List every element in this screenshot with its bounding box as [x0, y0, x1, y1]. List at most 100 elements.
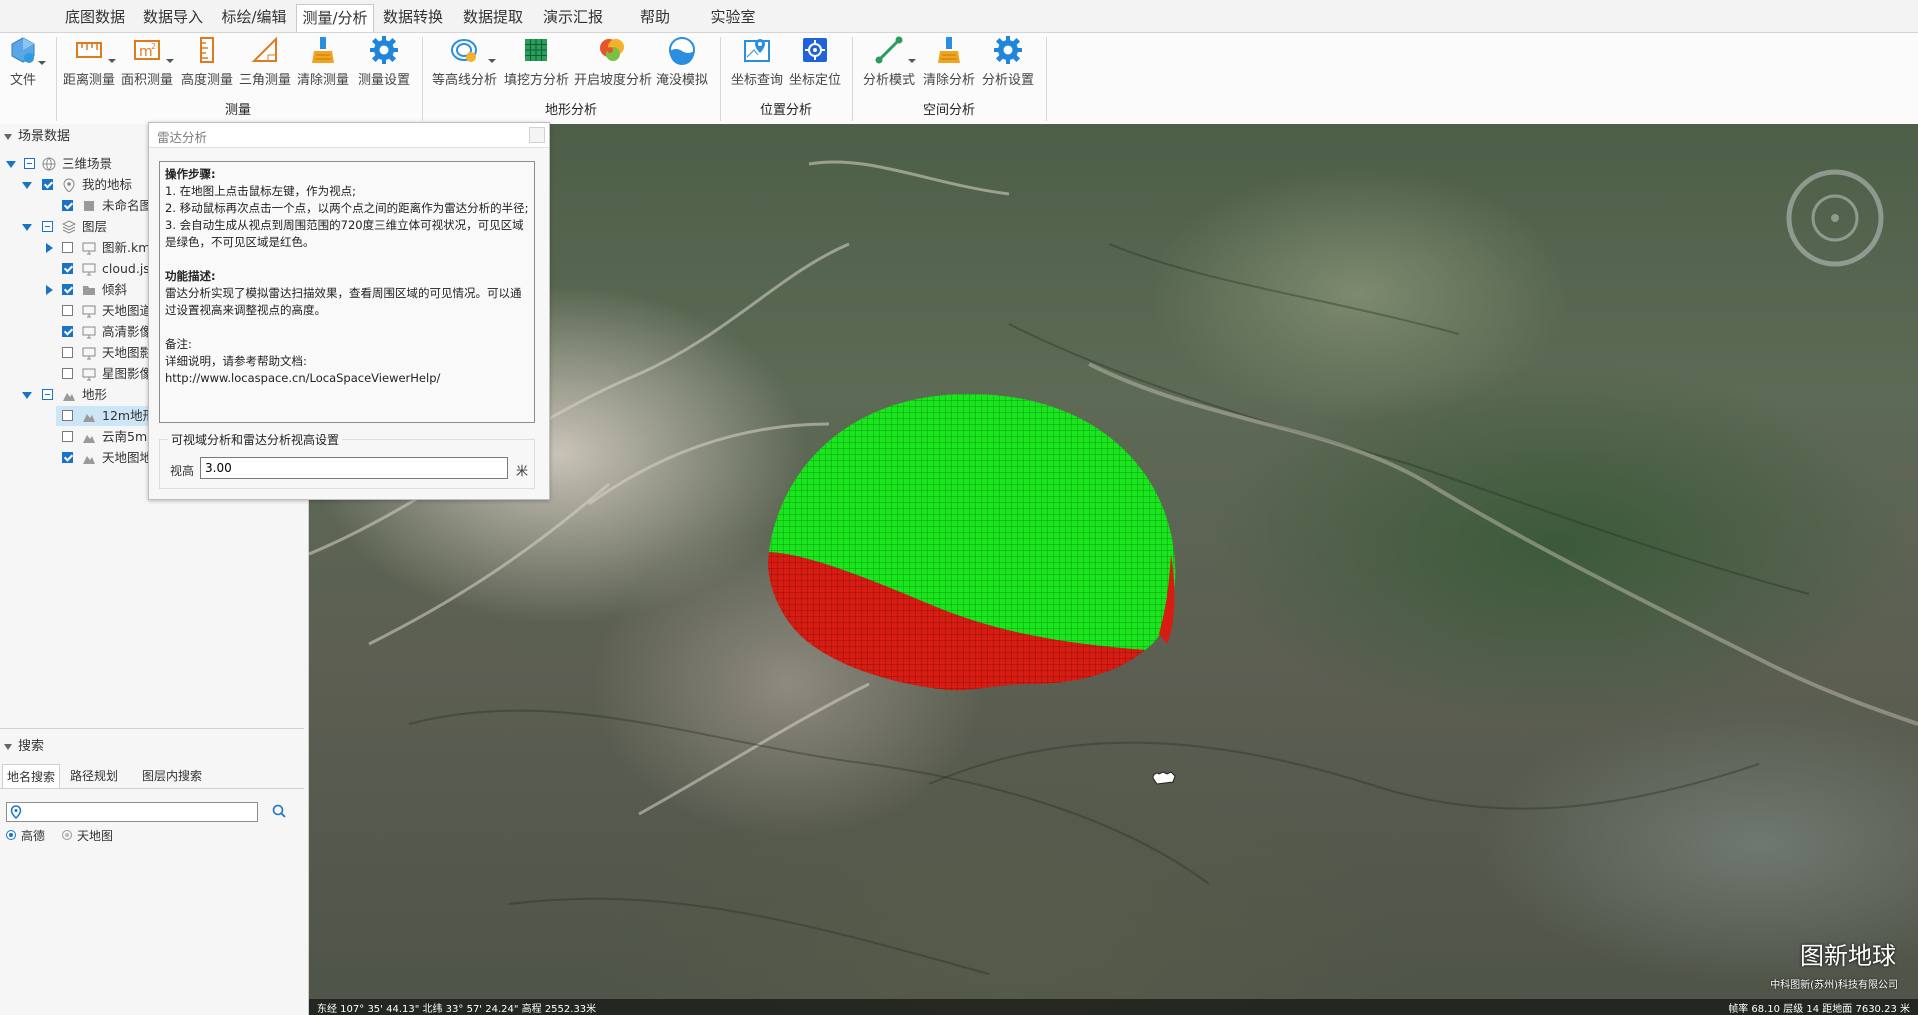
help-url[interactable]: http://www.locaspace.cn/LocaSpaceViewerH… — [165, 370, 529, 387]
folder-square-icon — [82, 199, 96, 212]
measure-settings-button[interactable]: 测量设置 — [356, 33, 412, 89]
steps-heading: 操作步骤: — [165, 167, 216, 181]
compass-icon[interactable] — [1786, 169, 1884, 267]
map-viewport[interactable]: 图新地球 中科图新(苏州)科技有限公司 东经 107° 35' 44.13" 北… — [309, 124, 1918, 1015]
tab-layer-search[interactable]: 图层内搜索 — [142, 764, 202, 788]
tab-route-planning[interactable]: 路径规划 — [70, 764, 118, 788]
tree-checkbox[interactable] — [24, 158, 35, 169]
placemark-icon — [62, 178, 76, 193]
coordinate-locate-button[interactable]: 坐标定位 — [788, 33, 842, 89]
expand-arrow-icon[interactable] — [22, 224, 32, 231]
file-button[interactable]: 文件 — [4, 33, 42, 89]
tree-checkbox[interactable] — [62, 305, 73, 316]
grid-icon — [521, 35, 551, 65]
note-heading: 备注: — [165, 337, 192, 351]
group-separator — [720, 37, 721, 121]
expand-arrow-icon[interactable] — [46, 285, 53, 295]
radio-button[interactable] — [6, 830, 16, 840]
analysis-mode-dropdown-arrow[interactable] — [908, 59, 916, 63]
menu-tab-help[interactable]: 帮助 — [630, 4, 680, 32]
distance-dropdown-arrow[interactable] — [108, 59, 116, 63]
line-analysis-icon — [874, 35, 904, 65]
contour-analysis-button[interactable]: 等高线分析 — [432, 33, 497, 89]
analysis-settings-button[interactable]: 分析设置 — [980, 33, 1036, 89]
collapse-arrow-icon — [4, 134, 12, 140]
menu-tab-measure-analysis[interactable]: 测量/分析 — [296, 4, 374, 33]
file-dropdown-arrow[interactable] — [38, 61, 46, 65]
function-text: 雷达分析实现了模拟雷达扫描效果，查看周围区域的可见情况。可以通过设置视高来调整视… — [165, 286, 522, 317]
broom-icon — [934, 35, 964, 65]
expand-arrow-icon[interactable] — [6, 161, 16, 168]
search-icon[interactable] — [272, 804, 286, 821]
tab-place-search[interactable]: 地名搜索 — [2, 764, 60, 788]
menu-tab-lab[interactable]: 实验室 — [704, 4, 762, 32]
menu-tab-basemap[interactable]: 底图数据 — [60, 4, 130, 32]
terrain-group-label: 地形分析 — [544, 103, 597, 118]
group-separator — [422, 37, 423, 121]
flood-icon — [667, 35, 697, 65]
tree-checkbox[interactable] — [62, 452, 73, 463]
mountain-icon — [62, 388, 76, 401]
menu-tab-plot-edit[interactable]: 标绘/编辑 — [216, 4, 292, 32]
slope-analysis-button[interactable]: 开启坡度分析 — [574, 33, 652, 89]
clear-measure-button[interactable]: 清除测量 — [296, 33, 350, 89]
expand-arrow-icon[interactable] — [46, 243, 53, 253]
tree-checkbox[interactable] — [62, 410, 73, 421]
flood-simulation-button[interactable]: 淹没模拟 — [656, 33, 708, 89]
radar-dome — [768, 394, 1176, 691]
view-height-unit: 米 — [516, 464, 529, 478]
globe-icon — [42, 157, 56, 171]
monitor-icon — [82, 367, 96, 381]
tree-checkbox[interactable] — [62, 326, 73, 337]
height-ruler-icon — [192, 35, 222, 65]
tree-checkbox[interactable] — [62, 284, 73, 295]
collapse-arrow-icon — [4, 744, 12, 750]
location-pin-icon — [10, 805, 22, 822]
folder-icon — [82, 283, 96, 296]
panel-splitter[interactable] — [0, 728, 304, 729]
tree-checkbox[interactable] — [62, 242, 73, 253]
expand-arrow-icon[interactable] — [22, 392, 32, 399]
close-button[interactable] — [529, 127, 545, 143]
area-m2-icon: m2 — [132, 35, 162, 65]
coordinate-readout: 东经 107° 35' 44.13" 北纬 33° 57' 24.24" 高程 … — [317, 1004, 597, 1015]
note-text: 详细说明，请参考帮助文档: — [165, 354, 307, 368]
tree-checkbox[interactable] — [62, 347, 73, 358]
menu-tab-extract[interactable]: 数据提取 — [458, 4, 528, 32]
expand-arrow-icon[interactable] — [22, 182, 32, 189]
tree-checkbox[interactable] — [42, 221, 53, 232]
layers-icon — [61, 220, 77, 234]
monitor-icon — [82, 346, 96, 360]
radio-button[interactable] — [62, 830, 72, 840]
area-dropdown-arrow[interactable] — [166, 59, 174, 63]
tree-checkbox[interactable] — [42, 389, 53, 400]
cut-fill-analysis-button[interactable]: 填挖方分析 — [504, 33, 569, 89]
mountain-icon — [82, 451, 96, 464]
search-input[interactable] — [6, 802, 258, 822]
menu-tab-convert[interactable]: 数据转换 — [378, 4, 448, 32]
dialog-title: 雷达分析 — [157, 130, 208, 145]
height-settings-group: 可视域分析和雷达分析视高设置 视高 米 — [159, 431, 535, 489]
height-measure-button[interactable]: 高度测量 — [180, 33, 234, 89]
svg-text:2: 2 — [151, 42, 156, 51]
status-bar: 东经 107° 35' 44.13" 北纬 33° 57' 24.24" 高程 … — [309, 999, 1918, 1015]
dialog-titlebar[interactable]: 雷达分析 — [149, 123, 549, 148]
contour-dropdown-arrow[interactable] — [488, 59, 496, 63]
tree-checkbox[interactable] — [42, 179, 53, 190]
clear-analysis-button[interactable]: 清除分析 — [922, 33, 976, 89]
menu-tab-presentation[interactable]: 演示汇报 — [538, 4, 608, 32]
triangle-measure-button[interactable]: 三角测量 — [238, 33, 292, 89]
view-height-input[interactable] — [200, 457, 508, 479]
search-panel-header[interactable]: 搜索 — [0, 736, 308, 758]
radar-analysis-dialog: 雷达分析 操作步骤: 1. 在地图上点击鼠标左键，作为视点; 2. 移动鼠标再次… — [148, 122, 550, 500]
coordinate-query-button[interactable]: 坐标查询 — [730, 33, 784, 89]
tree-checkbox[interactable] — [62, 263, 73, 274]
tree-checkbox[interactable] — [62, 368, 73, 379]
function-heading: 功能描述: — [165, 269, 216, 283]
monitor-icon — [82, 304, 96, 318]
company-text: 中科图新(苏州)科技有限公司 — [1770, 980, 1898, 991]
menu-tab-import[interactable]: 数据导入 — [138, 4, 208, 32]
tree-checkbox[interactable] — [62, 200, 73, 211]
hand-cursor-icon — [1152, 771, 1176, 785]
tree-checkbox[interactable] — [62, 431, 73, 442]
